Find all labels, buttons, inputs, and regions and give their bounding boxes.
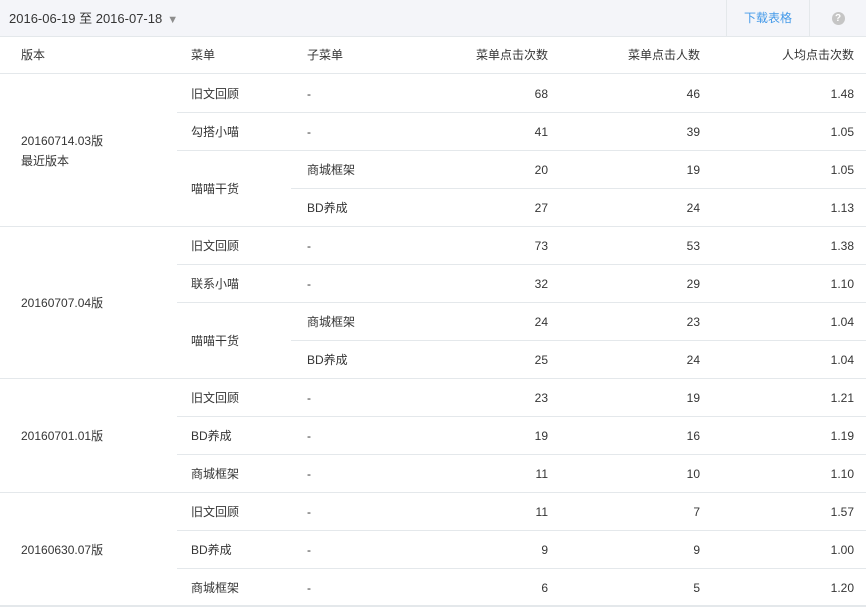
- menu-clicks-cell: 6: [541, 581, 548, 595]
- menu-clicks-cell: 19: [534, 429, 548, 443]
- menu-users-cell: 5: [693, 581, 700, 595]
- menu-users-cell: 19: [686, 391, 700, 405]
- table-row: BD养成 - 9 9 1.00: [0, 531, 866, 569]
- menu-users-cell: 10: [686, 467, 700, 481]
- menu-users-cell: 29: [686, 277, 700, 291]
- header-avg-clicks: 人均点击次数: [781, 48, 854, 62]
- menu-clicks-cell: 25: [534, 353, 548, 367]
- submenu-cell: -: [307, 429, 311, 443]
- table-row: 勾搭小喵 - 41 39 1.05: [0, 113, 866, 151]
- menu-cell: 旧文回顾: [191, 391, 240, 405]
- header-submenu: 子菜单: [307, 48, 344, 62]
- menu-clicks-cell: 24: [534, 315, 548, 329]
- avg-clicks-cell: 1.21: [830, 391, 854, 405]
- header-version: 版本: [21, 48, 46, 62]
- menu-cell: 旧文回顾: [191, 87, 240, 101]
- table-row: 商城框架 - 6 5 1.20: [0, 569, 866, 607]
- submenu-cell: -: [307, 125, 311, 139]
- submenu-cell: -: [307, 277, 311, 291]
- menu-users-cell: 7: [693, 505, 700, 519]
- menu-cell: 商城框架: [191, 581, 240, 595]
- header-menu: 菜单: [191, 48, 216, 62]
- table-bottom-border: [0, 605, 866, 606]
- menu-cell: 联系小喵: [191, 277, 240, 291]
- menu-cell: BD养成: [191, 429, 232, 443]
- chevron-down-icon: ▼: [167, 14, 179, 26]
- menu-clicks-cell: 73: [534, 239, 548, 253]
- table-row: 商城框架 24 23 1.04: [0, 303, 866, 341]
- avg-clicks-cell: 1.20: [830, 581, 854, 595]
- menu-users-cell: 39: [686, 125, 700, 139]
- submenu-cell: -: [307, 87, 311, 101]
- table-row: BD养成 - 19 16 1.19: [0, 417, 866, 455]
- submenu-cell: 商城框架: [307, 163, 356, 177]
- menu-users-cell: 16: [686, 429, 700, 443]
- date-range-label: 2016-06-19 至 2016-07-18: [9, 11, 163, 26]
- table-row: 商城框架 - 11 10 1.10: [0, 455, 866, 493]
- avg-clicks-cell: 1.05: [830, 163, 854, 177]
- help-icon: ?: [831, 12, 845, 25]
- menu-clicks-cell: 23: [534, 391, 548, 405]
- menu-cell: 旧文回顾: [191, 239, 240, 253]
- avg-clicks-cell: 1.48: [830, 87, 854, 101]
- table-header: 版本 菜单 子菜单 菜单点击次数 菜单点击人数 人均点击次数: [0, 37, 866, 74]
- menu-users-cell: 24: [686, 201, 700, 215]
- header-menu-users: 菜单点击人数: [627, 48, 700, 62]
- avg-clicks-cell: 1.57: [830, 505, 854, 519]
- menu-clicks-cell: 20: [534, 163, 548, 177]
- table-row: 商城框架 20 19 1.05: [0, 151, 866, 189]
- avg-clicks-cell: 1.10: [830, 277, 854, 291]
- header-menu-clicks: 菜单点击次数: [475, 48, 548, 62]
- menu-users-cell: 9: [693, 543, 700, 557]
- avg-clicks-cell: 1.13: [830, 201, 854, 215]
- submenu-cell: -: [307, 239, 311, 253]
- menu-cell: BD养成: [191, 543, 232, 557]
- menu-cell: 勾搭小喵: [191, 125, 240, 139]
- table-row: 旧文回顾 - 73 53 1.38: [0, 227, 866, 265]
- submenu-cell: BD养成: [307, 201, 348, 215]
- table-row: BD养成 27 24 1.13: [0, 189, 866, 227]
- submenu-cell: -: [307, 505, 311, 519]
- table-row: 旧文回顾 - 68 46 1.48: [0, 75, 866, 113]
- menu-clicks-cell: 68: [534, 87, 548, 101]
- menu-clicks-cell: 32: [534, 277, 548, 291]
- table-row: 旧文回顾 - 11 7 1.57: [0, 493, 866, 531]
- avg-clicks-cell: 1.05: [830, 125, 854, 139]
- menu-cell: 商城框架: [191, 467, 240, 481]
- menu-users-cell: 19: [686, 163, 700, 177]
- submenu-cell: 商城框架: [307, 315, 356, 329]
- avg-clicks-cell: 1.10: [830, 467, 854, 481]
- menu-clicks-cell: 41: [534, 125, 548, 139]
- menu-users-cell: 23: [686, 315, 700, 329]
- table-row: BD养成 25 24 1.04: [0, 341, 866, 379]
- submenu-cell: -: [307, 467, 311, 481]
- avg-clicks-cell: 1.04: [830, 353, 854, 367]
- menu-clicks-cell: 11: [535, 505, 548, 519]
- menu-users-cell: 46: [686, 87, 700, 101]
- menu-users-cell: 53: [686, 239, 700, 253]
- date-range-picker[interactable]: 2016-06-19 至 2016-07-18 ▼: [9, 0, 178, 37]
- table-row: 联系小喵 - 32 29 1.10: [0, 265, 866, 303]
- avg-clicks-cell: 1.38: [830, 239, 854, 253]
- menu-clicks-cell: 11: [535, 467, 548, 481]
- menu-clicks-cell: 27: [534, 201, 548, 215]
- toolbar: 2016-06-19 至 2016-07-18 ▼ 下载表格 ?: [0, 0, 866, 37]
- menu-users-cell: 24: [686, 353, 700, 367]
- help-button[interactable]: ?: [810, 0, 866, 37]
- avg-clicks-cell: 1.00: [830, 543, 854, 557]
- download-table-button[interactable]: 下载表格: [727, 0, 809, 37]
- avg-clicks-cell: 1.19: [830, 429, 854, 443]
- menu-cell: 旧文回顾: [191, 505, 240, 519]
- submenu-cell: -: [307, 391, 311, 405]
- avg-clicks-cell: 1.04: [830, 315, 854, 329]
- submenu-cell: BD养成: [307, 353, 348, 367]
- menu-clicks-cell: 9: [541, 543, 548, 557]
- table-row: 旧文回顾 - 23 19 1.21: [0, 379, 866, 417]
- submenu-cell: -: [307, 543, 311, 557]
- submenu-cell: -: [307, 581, 311, 595]
